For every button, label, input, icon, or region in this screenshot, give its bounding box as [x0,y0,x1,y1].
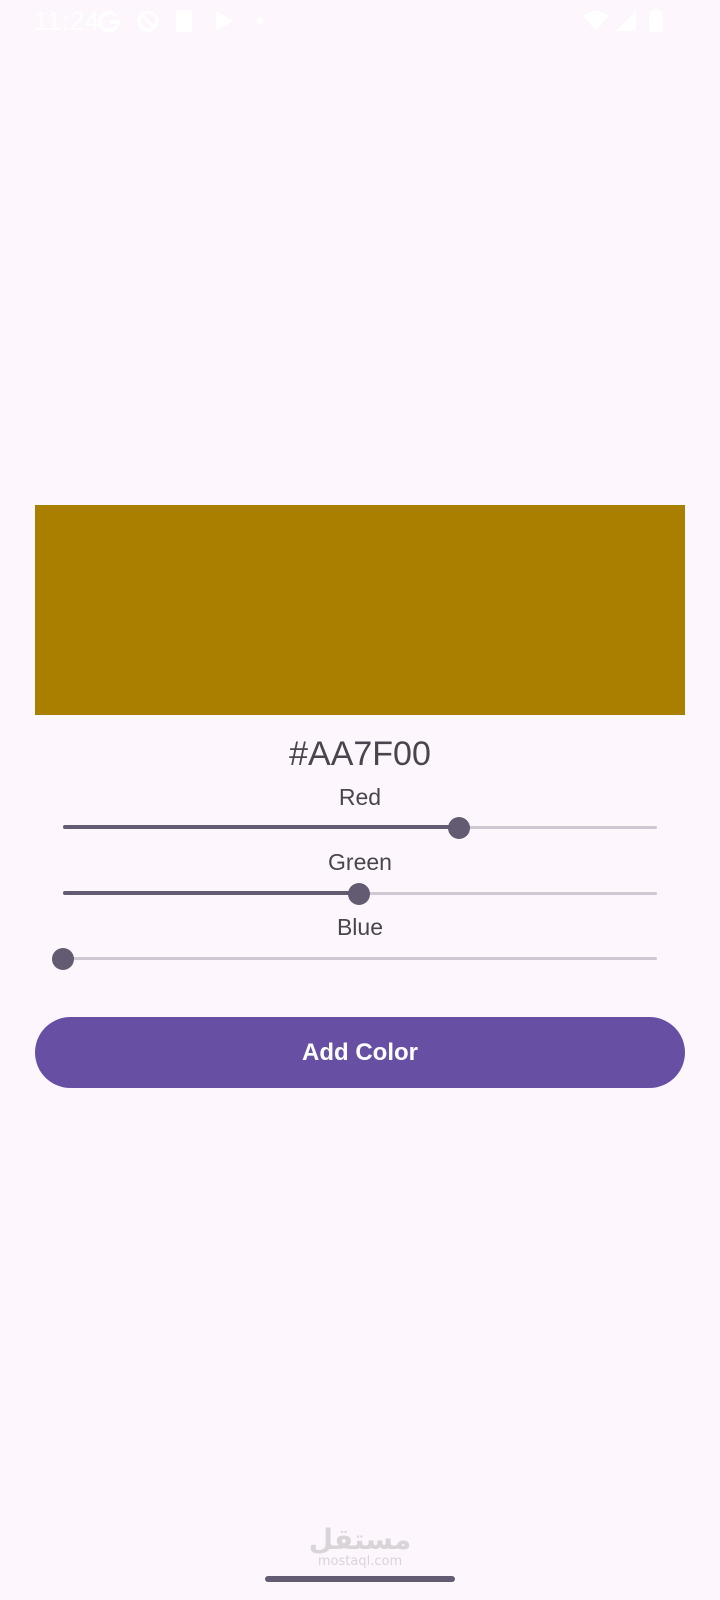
wifi-icon [582,8,610,39]
signal-icon [614,8,638,39]
add-color-button-label: Add Color [302,1038,418,1066]
play-icon [212,8,236,39]
google-g-icon [96,8,122,39]
green-slider-label: Green [328,849,392,875]
battery-icon [648,8,664,39]
hex-value: #AA7F00 [289,735,431,773]
red-slider-label: Red [338,784,382,810]
watermark: مستقل mostaql.com [0,1525,720,1569]
color-preview [35,505,685,715]
status-time: 11:24 [34,6,100,36]
blue-slider-thumb[interactable] [52,948,74,970]
blue-slider-track [63,957,657,960]
blue-slider-label: Blue [336,914,384,940]
sim-icon [174,8,194,39]
green-slider-active-track [63,891,359,895]
status-bar: 11:24 [0,0,720,44]
add-color-button[interactable]: Add Color [35,1017,685,1088]
green-slider[interactable] [63,879,657,909]
green-slider-thumb[interactable] [347,883,370,905]
vpn-icon [136,8,160,39]
watermark-url: mostaql.com [317,1554,403,1569]
red-slider-active-track [63,825,459,829]
blue-slider[interactable] [52,944,657,974]
dot-icon [254,8,266,39]
navigation-handle[interactable] [265,1576,455,1582]
red-slider[interactable] [63,813,657,843]
watermark-logo: مستقل [308,1523,412,1556]
red-slider-thumb[interactable] [448,817,470,839]
